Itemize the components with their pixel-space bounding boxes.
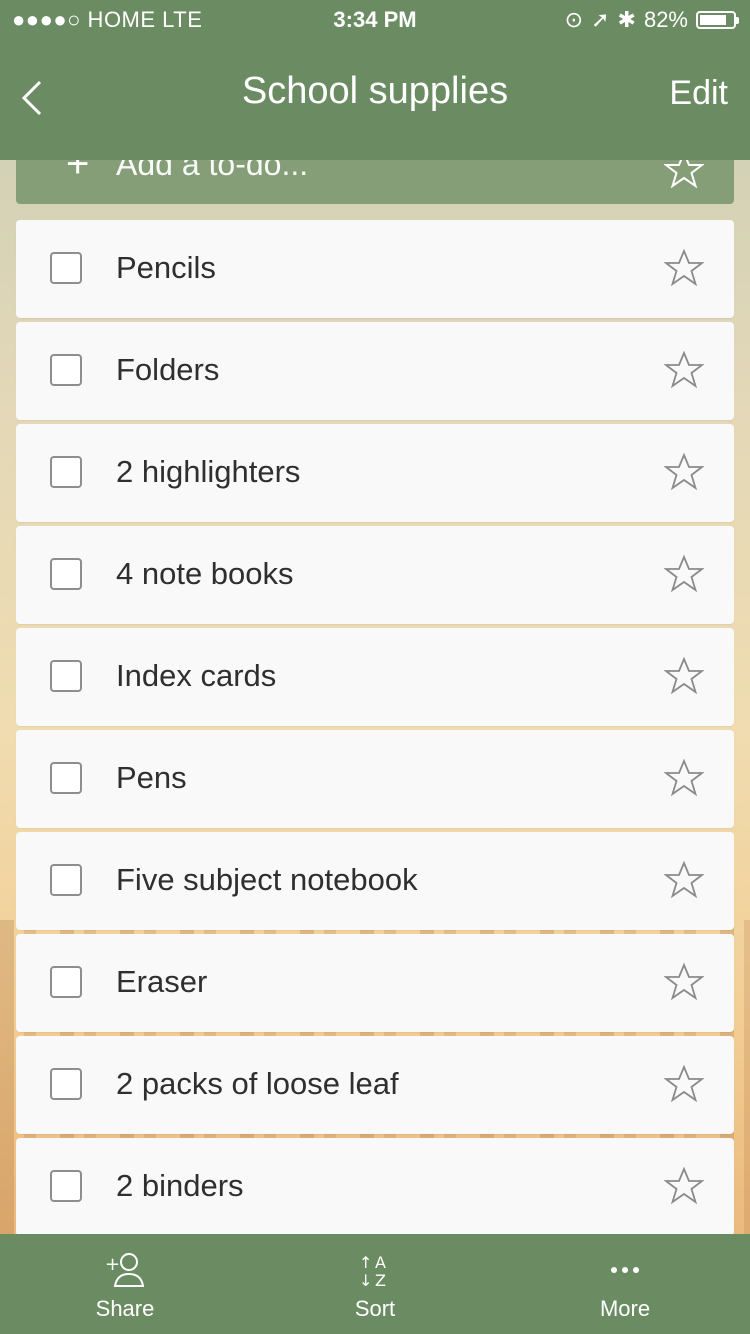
svg-text:+: + <box>105 1254 120 1275</box>
list-item[interactable]: Pencils <box>16 220 734 318</box>
checkbox[interactable] <box>50 252 82 284</box>
item-label: Pens <box>116 760 187 795</box>
battery-text: 82% <box>643 7 688 32</box>
checkbox[interactable] <box>50 864 82 896</box>
star-icon[interactable] <box>664 1166 704 1206</box>
list-item[interactable]: Pens <box>16 730 734 828</box>
page-title: School supplies <box>241 70 509 112</box>
svg-text:A: A <box>375 1253 386 1272</box>
star-icon[interactable] <box>664 1064 704 1104</box>
list-item[interactable]: Eraser <box>16 934 734 1032</box>
star-icon[interactable] <box>664 554 704 594</box>
item-label: Pencils <box>116 250 216 285</box>
sort-button[interactable]: ↑ ↓ A Z Sort <box>250 1234 500 1334</box>
checkbox[interactable] <box>50 660 82 692</box>
sort-label: Sort <box>354 1296 396 1321</box>
checkbox[interactable] <box>50 1068 82 1100</box>
star-icon[interactable] <box>664 160 704 190</box>
location-icon: ➚ <box>591 7 610 32</box>
svg-text:↑: ↑ <box>359 1253 372 1272</box>
checkbox[interactable] <box>50 762 82 794</box>
list-item[interactable]: 2 packs of loose leaf <box>16 1036 734 1134</box>
plus-icon: + <box>66 160 90 186</box>
item-label: Index cards <box>116 658 277 693</box>
list-item[interactable]: Five subject notebook <box>16 832 734 930</box>
list-item[interactable]: 2 highlighters <box>16 424 734 522</box>
item-label: Eraser <box>116 964 208 999</box>
checkbox[interactable] <box>50 966 82 998</box>
item-label: Five subject notebook <box>116 862 418 897</box>
star-icon[interactable] <box>664 452 704 492</box>
share-person-icon: + <box>0 1250 250 1290</box>
bottom-toolbar: + Share ↑ ↓ A Z Sort More <box>0 1234 750 1334</box>
star-icon[interactable] <box>664 248 704 288</box>
more-label: More <box>599 1296 651 1321</box>
edit-button[interactable]: Edit <box>669 74 728 113</box>
battery-icon <box>696 11 739 29</box>
star-icon[interactable] <box>664 860 704 900</box>
more-dots-icon <box>500 1250 750 1290</box>
checkbox[interactable] <box>50 354 82 386</box>
svg-text:↓: ↓ <box>359 1271 372 1290</box>
share-button[interactable]: + Share <box>0 1234 250 1334</box>
star-icon[interactable] <box>664 758 704 798</box>
todo-list: Pencils Folders 2 highlighters 4 note bo… <box>16 220 734 1240</box>
share-label: Share <box>95 1296 155 1321</box>
list-item[interactable]: Folders <box>16 322 734 420</box>
item-label: 4 note books <box>116 556 294 591</box>
orientation-lock-icon: ⊙ <box>564 7 584 32</box>
navigation-bar: School supplies Edit <box>0 40 750 160</box>
sort-az-icon: ↑ ↓ A Z <box>250 1250 500 1290</box>
status-bar: ●●●●○ HOME LTE 3:34 PM ⊙ ➚ ✱ 82% <box>0 0 750 40</box>
star-icon[interactable] <box>664 962 704 1002</box>
svg-text:Z: Z <box>375 1271 386 1290</box>
list-item[interactable]: 4 note books <box>16 526 734 624</box>
item-label: Folders <box>116 352 220 387</box>
checkbox[interactable] <box>50 456 82 488</box>
list-item[interactable]: Index cards <box>16 628 734 726</box>
more-button[interactable]: More <box>500 1234 750 1334</box>
add-todo-input[interactable]: Add a to-do... <box>116 160 308 183</box>
item-label: 2 packs of loose leaf <box>116 1066 399 1101</box>
item-label: 2 highlighters <box>116 454 301 489</box>
star-icon[interactable] <box>664 350 704 390</box>
add-todo-row[interactable]: + Add a to-do... <box>16 160 734 204</box>
star-icon[interactable] <box>664 656 704 696</box>
item-label: 2 binders <box>116 1168 244 1203</box>
checkbox[interactable] <box>50 558 82 590</box>
checkbox[interactable] <box>50 1170 82 1202</box>
status-right: ⊙ ➚ ✱ 82% <box>564 7 739 33</box>
bluetooth-icon: ✱ <box>617 7 636 32</box>
list-item[interactable]: 2 binders <box>16 1138 734 1236</box>
